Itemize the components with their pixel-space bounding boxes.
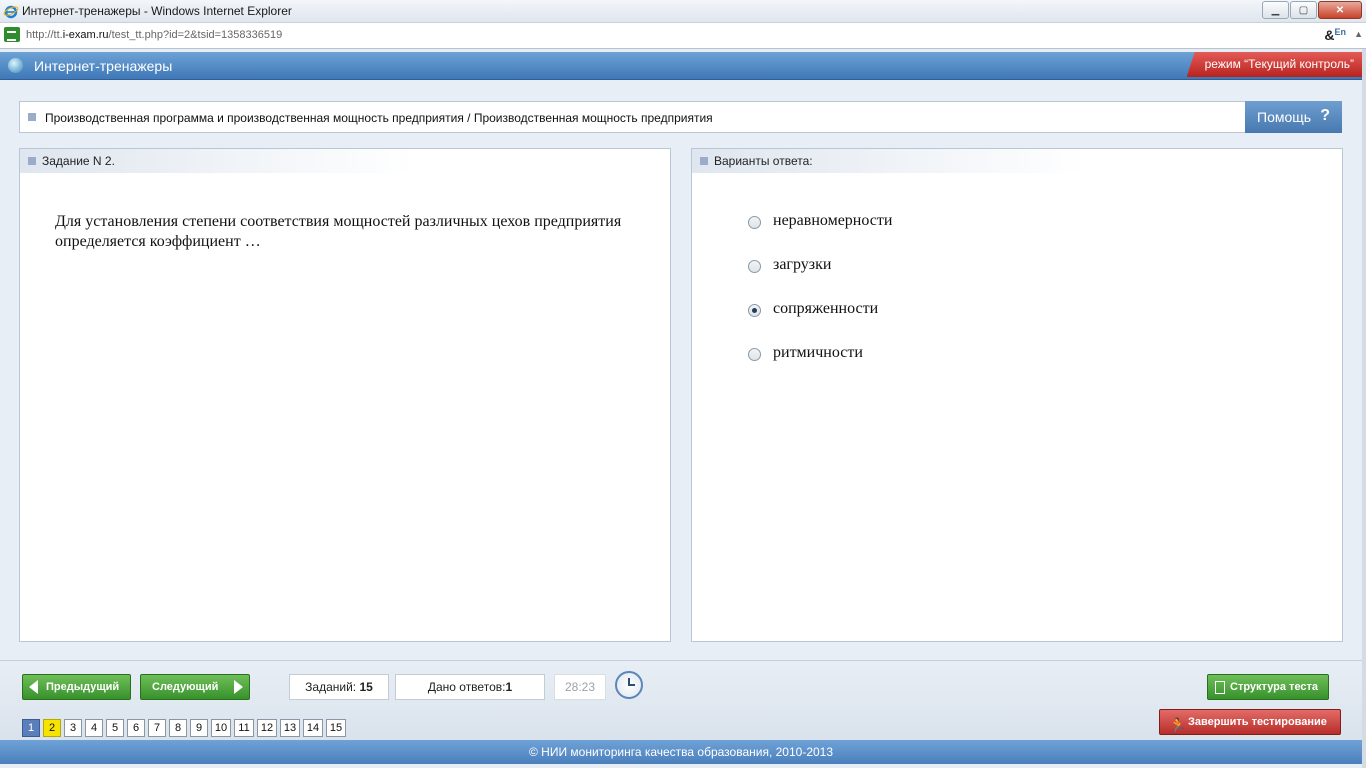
answer-label[interactable]: ритмичности — [773, 344, 863, 362]
page-button-14[interactable]: 14 — [303, 719, 323, 737]
answer-label[interactable]: неравномерности — [773, 212, 892, 230]
answers-counter: Дано ответов:1 — [395, 674, 545, 700]
address-bar[interactable]: http://tt.i-exam.ru/test_tt.php?id=2&tsi… — [0, 23, 1366, 49]
url-text[interactable]: http://tt.i-exam.ru/test_tt.php?id=2&tsi… — [26, 29, 282, 41]
previous-button[interactable]: Предыдущий — [22, 674, 131, 700]
finish-label: Завершить тестирование — [1188, 716, 1327, 728]
page-button-3[interactable]: 3 — [64, 719, 82, 737]
answers-panel-header: Варианты ответа: — [692, 149, 1087, 173]
copyright-bar: © НИИ мониторинга качества образования, … — [0, 740, 1362, 764]
site-favicon-icon — [4, 27, 20, 42]
square-bullet-icon — [28, 113, 36, 121]
maximize-button[interactable]: ▢ — [1290, 1, 1317, 19]
globe-icon — [8, 58, 23, 73]
answers-panel: Варианты ответа: неравномерности загрузк… — [691, 148, 1343, 642]
page-button-6[interactable]: 6 — [127, 719, 145, 737]
next-button[interactable]: Следующий — [140, 674, 250, 700]
radio-button-selected[interactable] — [748, 304, 761, 317]
page-button-15[interactable]: 15 — [326, 719, 346, 737]
close-button[interactable]: ✕ — [1318, 1, 1362, 19]
url-prefix: http://tt. — [26, 29, 63, 41]
page-button-9[interactable]: 9 — [190, 719, 208, 737]
page-button-1[interactable]: 1 — [22, 719, 40, 737]
window-title: Интернет-тренажеры - Windows Internet Ex… — [22, 4, 292, 18]
test-structure-button[interactable]: Структура теста — [1207, 674, 1329, 700]
language-indicator[interactable]: &En — [1324, 27, 1346, 43]
help-label: Помощь — [1257, 109, 1312, 125]
page-button-10[interactable]: 10 — [211, 719, 231, 737]
page-button-7[interactable]: 7 — [148, 719, 166, 737]
answers-label: Дано ответов: — [427, 680, 506, 694]
radio-button[interactable] — [748, 216, 761, 229]
answers-title: Варианты ответа: — [714, 154, 813, 168]
arrow-left-icon — [29, 680, 38, 694]
question-panel-header: Задание N 2. — [20, 149, 415, 173]
question-number: Задание N 2. — [42, 154, 115, 168]
tasks-label: Заданий: — [305, 680, 357, 694]
window-scrollbar[interactable] — [1362, 49, 1366, 768]
clock-icon — [615, 671, 643, 699]
page-navigator: 1 2 3 4 5 6 7 8 9 10 11 12 13 14 15 — [22, 719, 346, 737]
language-symbol: & — [1324, 27, 1335, 43]
url-path: /test_tt.php?id=2&tsid=1358336519 — [108, 29, 283, 41]
question-mark-icon: ? — [1320, 107, 1330, 124]
question-panel: Задание N 2. Для установления степени со… — [19, 148, 671, 642]
main-area: Производственная программа и производств… — [0, 80, 1362, 660]
app-title: Интернет-тренажеры — [34, 58, 173, 74]
page-button-8[interactable]: 8 — [169, 719, 187, 737]
arrow-right-icon — [234, 680, 243, 694]
timer: 28:23 — [554, 674, 606, 700]
previous-label: Предыдущий — [46, 681, 120, 693]
breadcrumb-text: Производственная программа и производств… — [45, 111, 713, 125]
url-host: i-exam.ru — [62, 29, 109, 41]
breadcrumb: Производственная программа и производств… — [19, 101, 1246, 133]
question-text: Для установления степени соответствия мо… — [55, 213, 622, 250]
footer-controls: Предыдущий Следующий Заданий: 15 Дано от… — [0, 660, 1362, 741]
scroll-up-arrow-icon[interactable]: ▲ — [1354, 29, 1363, 39]
page-button-11[interactable]: 11 — [234, 719, 254, 737]
structure-label: Структура теста — [1230, 681, 1319, 693]
running-man-icon: 🏃 — [1169, 717, 1187, 733]
help-button[interactable]: Помощь ? — [1245, 101, 1342, 133]
page-button-4[interactable]: 4 — [85, 719, 103, 737]
answer-label[interactable]: сопряженности — [773, 300, 878, 318]
answers-count: 1 — [505, 680, 513, 694]
tasks-counter: Заданий: 15 — [289, 674, 389, 700]
document-icon — [1215, 681, 1225, 694]
finish-test-button[interactable]: 🏃 Завершить тестирование — [1159, 709, 1341, 735]
radio-button[interactable] — [748, 260, 761, 273]
square-bullet-icon — [28, 157, 36, 165]
window-titlebar: Интернет-тренажеры - Windows Internet Ex… — [0, 0, 1366, 23]
page-button-13[interactable]: 13 — [280, 719, 300, 737]
app-header: Интернет-тренажеры режим “Текущий контро… — [0, 52, 1362, 80]
square-bullet-icon — [700, 157, 708, 165]
window-controls: ▁ ▢ ✕ — [1262, 1, 1362, 19]
internet-explorer-icon — [3, 5, 19, 19]
minimize-button[interactable]: ▁ — [1262, 1, 1289, 19]
language-code: En — [1334, 27, 1346, 37]
page-button-2[interactable]: 2 — [43, 719, 61, 737]
page-button-12[interactable]: 12 — [257, 719, 277, 737]
next-label: Следующий — [152, 681, 219, 693]
answer-label[interactable]: загрузки — [773, 256, 831, 274]
mode-badge: режим “Текущий контроль” — [1186, 52, 1362, 77]
page-button-5[interactable]: 5 — [106, 719, 124, 737]
radio-button[interactable] — [748, 348, 761, 361]
tasks-count: 15 — [359, 680, 373, 694]
